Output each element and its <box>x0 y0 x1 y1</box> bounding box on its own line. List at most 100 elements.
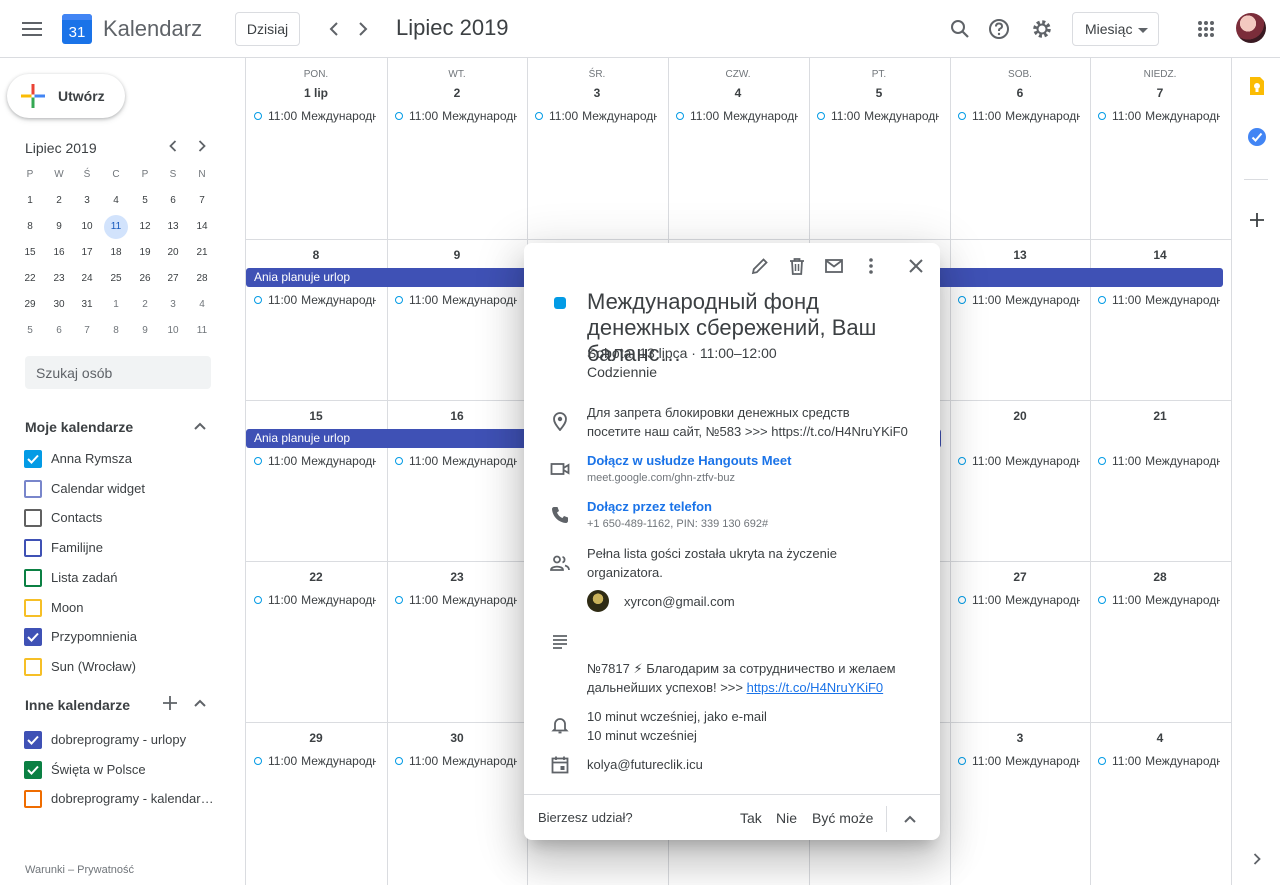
mini-day[interactable]: 19 <box>133 241 157 265</box>
day-number[interactable]: 4 <box>668 86 808 100</box>
mini-day[interactable]: 6 <box>161 189 185 213</box>
mini-day[interactable]: 3 <box>161 293 185 317</box>
day-number[interactable]: 16 <box>387 409 527 423</box>
search-people-input[interactable] <box>25 356 211 389</box>
mini-day[interactable]: 15 <box>18 241 42 265</box>
mini-day[interactable]: 27 <box>161 267 185 291</box>
mini-day[interactable]: 1 <box>18 189 42 213</box>
rsvp-no-button[interactable]: Nie <box>776 810 797 826</box>
tasks-button[interactable] <box>1237 117 1277 157</box>
organizer-email[interactable]: xyrcon@gmail.com <box>624 594 735 609</box>
day-number[interactable]: 27 <box>950 570 1090 584</box>
calendar-item[interactable]: Święta w Polsce <box>24 759 146 781</box>
rsvp-maybe-button[interactable]: Być może <box>812 810 873 826</box>
event-chip[interactable]: 11:00Международный фонд денежных сбереже… <box>387 291 517 309</box>
mini-day[interactable]: 17 <box>75 241 99 265</box>
calendar-item[interactable]: Calendar widget <box>24 478 145 500</box>
calendar-item[interactable]: Contacts <box>24 507 102 529</box>
keep-button[interactable] <box>1237 66 1277 106</box>
calendar-item[interactable]: Familijne <box>24 537 103 559</box>
apps-button[interactable] <box>1186 9 1226 49</box>
event-chip[interactable]: 11:00Международный фонд денежных сбереже… <box>246 107 376 125</box>
mini-day[interactable]: 28 <box>190 267 214 291</box>
search-button[interactable] <box>940 9 980 49</box>
event-chip[interactable]: 11:00Международный фонд денежных сбереже… <box>809 107 939 125</box>
day-number[interactable]: 3 <box>950 731 1090 745</box>
checkbox-icon[interactable] <box>24 479 42 498</box>
mini-day[interactable]: 30 <box>47 293 71 317</box>
event-chip[interactable]: 11:00Международный фонд денежных сбереже… <box>1090 752 1220 770</box>
checkbox-checked-icon[interactable] <box>24 731 42 749</box>
mini-day[interactable]: 29 <box>18 293 42 317</box>
day-number[interactable]: 30 <box>387 731 527 745</box>
event-chip[interactable]: 11:00Международный фонд денежных сбереже… <box>527 107 657 125</box>
event-chip[interactable]: 11:00Международный фонд денежных сбереже… <box>950 107 1080 125</box>
day-number[interactable]: 5 <box>809 86 949 100</box>
view-select[interactable]: Miesiąc <box>1072 12 1159 46</box>
day-number[interactable]: 8 <box>246 248 386 262</box>
day-number[interactable]: 6 <box>950 86 1090 100</box>
event-chip[interactable]: 11:00Международный фонд денежных сбереже… <box>1090 107 1220 125</box>
my-calendars-title[interactable]: Moje kalendarze <box>25 419 133 435</box>
event-chip[interactable]: 11:00Международный фонд денежных сбереже… <box>246 452 376 470</box>
checkbox-icon[interactable] <box>24 790 42 809</box>
mini-day[interactable]: 31 <box>75 293 99 317</box>
mini-day[interactable]: 7 <box>75 319 99 343</box>
mini-day[interactable]: 9 <box>133 319 157 343</box>
mini-day[interactable]: 10 <box>161 319 185 343</box>
rsvp-yes-button[interactable]: Tak <box>740 810 762 826</box>
mini-day[interactable]: 24 <box>75 267 99 291</box>
mini-day[interactable]: 26 <box>133 267 157 291</box>
mini-day[interactable]: 22 <box>18 267 42 291</box>
settings-button[interactable] <box>1022 9 1062 49</box>
event-chip[interactable]: 11:00Международный фонд денежных сбереже… <box>246 752 376 770</box>
mini-day[interactable]: 11 <box>104 215 128 239</box>
mini-day[interactable]: 5 <box>18 319 42 343</box>
mini-day[interactable]: 1 <box>104 293 128 317</box>
day-number[interactable]: 9 <box>387 248 527 262</box>
mini-day[interactable]: 23 <box>47 267 71 291</box>
checkbox-icon[interactable] <box>24 657 42 676</box>
event-chip[interactable]: 11:00Международный фонд денежных сбереже… <box>950 452 1080 470</box>
mini-day[interactable]: 6 <box>47 319 71 343</box>
join-by-phone-link[interactable]: Dołącz przez telefon <box>587 499 712 514</box>
calendar-item[interactable]: Sun (Wrocław) <box>24 656 136 678</box>
event-chip[interactable]: 11:00Международный фонд денежных сбереже… <box>246 291 376 309</box>
mini-day[interactable]: 4 <box>104 189 128 213</box>
calendar-item[interactable]: dobreprogramy - kalendar… <box>24 788 214 810</box>
day-number[interactable]: 29 <box>246 731 386 745</box>
mini-day[interactable]: 11 <box>190 319 214 343</box>
join-hangouts-link[interactable]: Dołącz w usłudze Hangouts Meet <box>587 453 791 468</box>
day-number[interactable]: 13 <box>950 248 1090 262</box>
mini-day[interactable]: 2 <box>133 293 157 317</box>
mini-day[interactable]: 8 <box>18 215 42 239</box>
calendar-item[interactable]: Anna Rymsza <box>24 448 132 470</box>
my-calendars-collapse-button[interactable] <box>182 408 218 444</box>
day-number[interactable]: 1 lip <box>246 86 386 100</box>
event-chip[interactable]: 11:00Международный фонд денежных сбереже… <box>387 107 517 125</box>
event-chip[interactable]: 11:00Международный фонд денежных сбереже… <box>1090 452 1220 470</box>
day-number[interactable]: 7 <box>1090 86 1230 100</box>
event-chip[interactable]: 11:00Международный фонд денежных сбереже… <box>387 591 517 609</box>
calendar-logo-icon[interactable]: 31 <box>62 14 92 44</box>
main-menu-button[interactable] <box>12 9 52 49</box>
day-number[interactable]: 23 <box>387 570 527 584</box>
mini-day[interactable]: 3 <box>75 189 99 213</box>
day-number[interactable]: 15 <box>246 409 386 423</box>
rsvp-expand-button[interactable] <box>890 799 930 839</box>
description-link[interactable]: https://t.co/H4NruYKiF0 <box>747 680 884 695</box>
mini-day[interactable]: 8 <box>104 319 128 343</box>
today-button[interactable]: Dzisiaj <box>235 12 300 46</box>
mini-next-month-button[interactable] <box>184 128 220 164</box>
organizer-avatar[interactable] <box>587 590 609 612</box>
other-calendars-collapse-button[interactable] <box>182 685 218 721</box>
checkbox-icon[interactable] <box>24 509 42 528</box>
event-chip[interactable]: 11:00Международный фонд денежных сбереже… <box>246 591 376 609</box>
event-chip[interactable]: 11:00Международный фонд денежных сбереже… <box>950 752 1080 770</box>
expand-panel-button[interactable] <box>1237 839 1277 879</box>
next-month-button[interactable] <box>343 9 383 49</box>
delete-event-button[interactable] <box>777 246 817 286</box>
mini-day[interactable]: 25 <box>104 267 128 291</box>
mini-day[interactable]: 7 <box>190 189 214 213</box>
calendar-item[interactable]: dobreprogramy - urlopy <box>24 729 186 751</box>
